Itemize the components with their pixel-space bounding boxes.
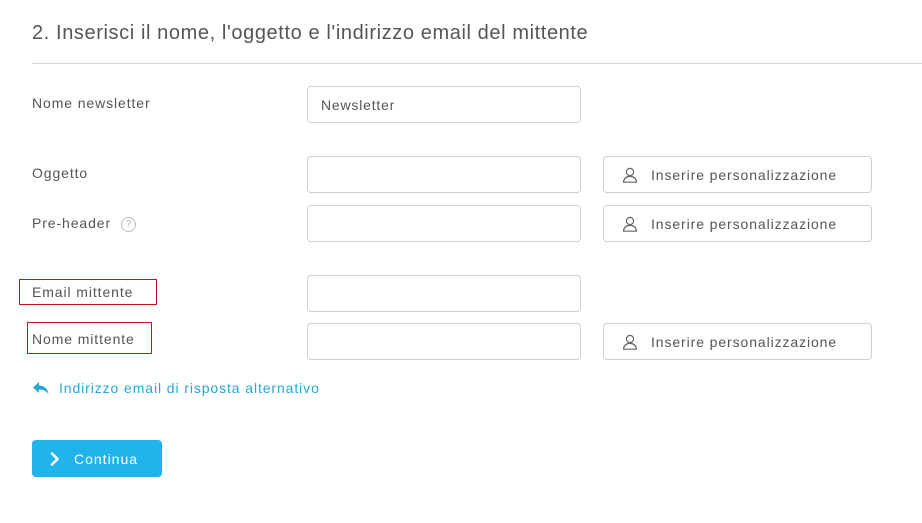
newsletter-name-input[interactable] [307,86,581,123]
sender-email-input[interactable] [307,275,581,312]
subject-personalization-button[interactable]: Inserire personalizzazione [603,156,872,193]
chevron-right-icon [49,451,61,466]
preheader-personalization-button[interactable]: Inserire personalizzazione [603,205,872,242]
preheader-label-text: Pre-header [32,215,112,231]
sender-name-label: Nome mittente [27,322,152,354]
user-icon [622,167,638,183]
help-icon[interactable]: ? [121,217,137,232]
sender-email-label: Email mittente [19,279,157,305]
sender-name-personalization-button[interactable]: Inserire personalizzazione [603,323,872,360]
continue-button[interactable]: Continua [32,440,162,477]
alternative-reply-email-label: Indirizzo email di risposta alternativo [59,380,320,396]
newsletter-name-label: Nome newsletter [32,95,151,111]
user-icon [622,334,638,350]
section-title: 2. Inserisci il nome, l'oggetto e l'indi… [32,22,589,44]
sender-name-personalization-label: Inserire personalizzazione [651,333,838,350]
subject-input[interactable] [307,156,581,193]
preheader-input[interactable] [307,205,581,242]
preheader-label: Pre-header? [32,215,137,232]
section-divider [32,63,922,64]
alternative-reply-email-link[interactable]: Indirizzo email di risposta alternativo [32,380,320,396]
sender-name-input[interactable] [307,323,581,360]
continue-button-label: Continua [74,450,139,467]
subject-label: Oggetto [32,165,89,181]
reply-arrow-icon [32,380,50,396]
preheader-personalization-label: Inserire personalizzazione [651,215,838,232]
user-icon [622,216,638,232]
subject-personalization-label: Inserire personalizzazione [651,166,838,183]
